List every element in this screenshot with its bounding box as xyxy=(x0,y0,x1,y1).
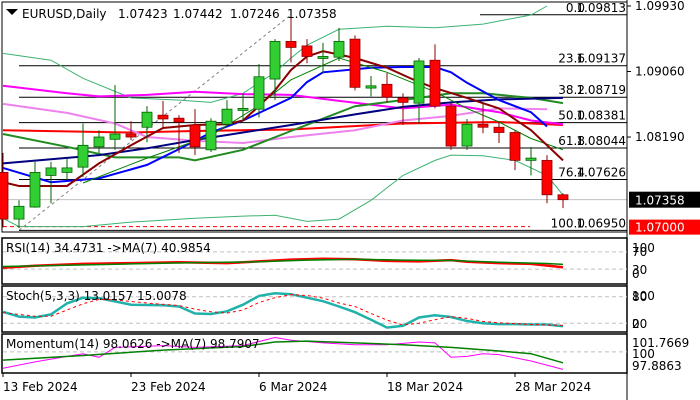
candle-body xyxy=(237,108,249,111)
ohlc-high: 1.07442 xyxy=(173,7,223,21)
candle-body xyxy=(317,56,329,59)
momentum-axis-label: 97.8863 xyxy=(632,359,682,373)
ohlc-low: 1.07246 xyxy=(230,7,280,21)
bullish-candle xyxy=(205,118,217,153)
fibonacci-level-price: 1.09813 xyxy=(576,1,626,15)
candle-body xyxy=(221,108,233,125)
candle-body xyxy=(189,124,201,148)
candle-body xyxy=(493,126,505,133)
fibonacci-level-price: 1.07626 xyxy=(576,165,626,179)
rsi-axis-label: 70 xyxy=(632,245,647,259)
ohlc-close: 1.07358 xyxy=(287,7,337,21)
rsi-axis-label: 0 xyxy=(632,267,640,281)
stoch-axis-label: 80 xyxy=(632,290,647,304)
candle-body xyxy=(413,60,425,104)
candle-body xyxy=(301,45,313,57)
rsi-panel[interactable]: RSI(14) 34.4731 ->MA(7) 40.9854 10070300 xyxy=(1,237,655,285)
candle-body xyxy=(61,167,73,173)
candle-body xyxy=(509,132,521,161)
price-panel-frame xyxy=(1,1,628,233)
bearish-candle xyxy=(349,35,361,91)
candle-body xyxy=(445,105,457,147)
alert-price-label: 1.07000 xyxy=(635,221,685,235)
date-axis-label: 18 Mar 2024 xyxy=(387,380,463,394)
candle-body xyxy=(141,111,153,128)
candle-body xyxy=(125,133,137,138)
candle-body xyxy=(541,159,553,196)
momentum-panel[interactable]: Momentum(14) 98.0626 ->MA(7) 98.7907 101.… xyxy=(1,333,689,374)
fibonacci-level-price: 1.08381 xyxy=(576,109,626,123)
candle-body xyxy=(157,114,169,120)
date-axis-label: 23 Feb 2024 xyxy=(131,380,206,394)
date-axis-label: 6 Mar 2024 xyxy=(259,380,327,394)
candle-body xyxy=(29,172,41,208)
candle-body xyxy=(525,157,537,161)
candle-body xyxy=(381,83,393,98)
candle-body xyxy=(269,40,281,80)
date-axis-label: 13 Feb 2024 xyxy=(3,380,78,394)
fibonacci-level-price: 1.08044 xyxy=(576,134,626,148)
price-axis-label: 1.08190 xyxy=(635,130,685,144)
candle-body xyxy=(349,38,361,88)
candle-body xyxy=(461,123,473,147)
candle-body xyxy=(429,59,441,107)
fibonacci-level-price: 1.08719 xyxy=(576,83,626,97)
candle-body xyxy=(109,133,121,140)
candle-body xyxy=(333,40,345,58)
date-axis: 13 Feb 2024 23 Feb 2024 6 Mar 2024 18 Mar 2… xyxy=(2,373,591,394)
candle-body xyxy=(93,136,105,148)
fibonacci-level-price: 1.09137 xyxy=(576,52,626,66)
candle-body xyxy=(477,123,489,128)
candle-body xyxy=(173,117,185,123)
rsi-title: RSI(14) 34.4731 ->MA(7) 40.9854 xyxy=(6,241,211,255)
candle-body xyxy=(557,194,569,201)
price-axis-label: 1.09930 xyxy=(635,0,685,13)
symbol-label: EURUSD,Daily xyxy=(22,7,107,21)
candle-body xyxy=(45,167,57,176)
price-axis-label: 1.09060 xyxy=(635,65,685,79)
candle-body xyxy=(397,97,409,103)
candle-body xyxy=(253,76,265,110)
stochastic-panel[interactable]: Stoch(5,3,3) 13.0157 15.0078 10080200 xyxy=(1,285,655,333)
trading-chart[interactable]: 0.01.0981323.61.0913738.21.0871950.01.08… xyxy=(0,0,700,400)
stoch-title: Stoch(5,3,3) 13.0157 15.0078 xyxy=(6,289,187,303)
candle-body xyxy=(365,85,377,89)
fibonacci-level-price: 1.06950 xyxy=(576,216,626,230)
candle-body xyxy=(13,205,25,220)
candle-body xyxy=(0,172,9,220)
current-price-label: 1.07358 xyxy=(635,194,685,208)
stoch-axis-label: 0 xyxy=(632,317,640,331)
candle-body xyxy=(77,144,89,168)
momentum-title: Momentum(14) 98.0626 ->MA(7) 98.7907 xyxy=(6,337,260,351)
candle-body xyxy=(285,40,297,48)
bearish-candle xyxy=(445,103,457,150)
date-axis-label: 28 Mar 2024 xyxy=(515,380,591,394)
candle-body xyxy=(205,120,217,151)
ohlc-open: 1.07423 xyxy=(118,7,168,21)
